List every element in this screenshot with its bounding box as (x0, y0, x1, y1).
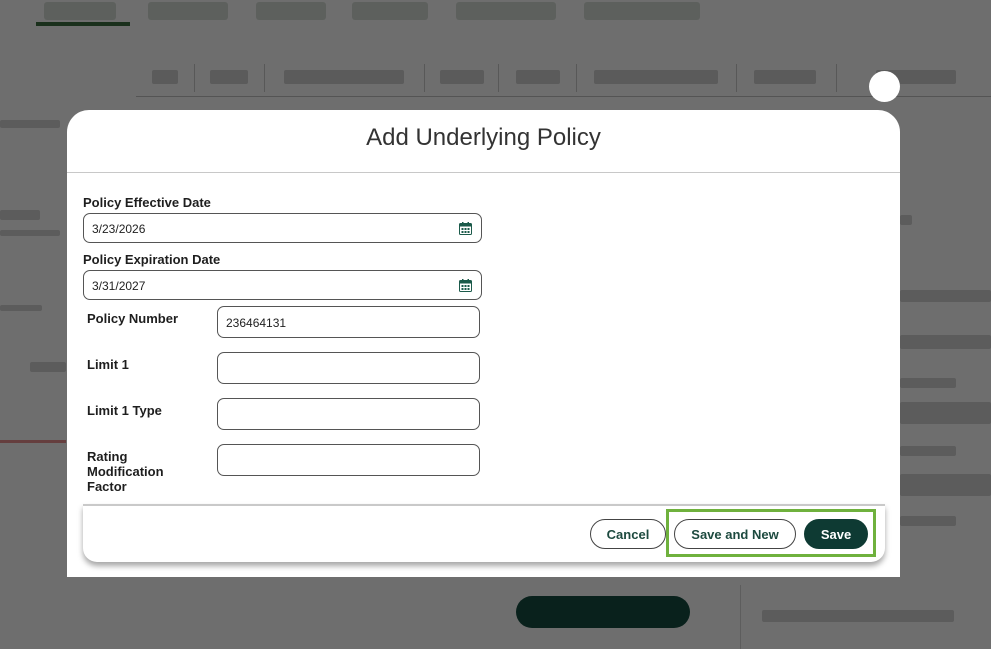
modal-close-button[interactable] (869, 71, 900, 102)
expiration-date-label: Policy Expiration Date (83, 252, 221, 267)
rating-factor-label-line: Modification (87, 464, 164, 479)
calendar-icon[interactable] (459, 279, 472, 292)
add-underlying-policy-modal: Add Underlying Policy Policy Effective D… (67, 110, 900, 577)
rating-factor-label-line: Factor (87, 479, 127, 494)
save-buttons-highlight (666, 509, 876, 557)
calendar-icon[interactable] (459, 222, 472, 235)
effective-date-field[interactable]: 3/23/2026 (83, 213, 482, 243)
policy-number-input[interactable]: 236464131 (217, 306, 480, 338)
rating-factor-label: Rating Modification Factor (87, 449, 164, 494)
rating-factor-input[interactable] (217, 444, 480, 476)
policy-number-value: 236464131 (226, 316, 287, 330)
rating-factor-label-line: Rating (87, 449, 128, 464)
policy-number-label: Policy Number (87, 311, 179, 326)
cancel-button[interactable]: Cancel (590, 519, 666, 549)
expiration-date-value: 3/31/2027 (92, 279, 146, 293)
limit1-label: Limit 1 (87, 357, 129, 372)
modal-title-divider (67, 172, 900, 173)
limit1-type-label: Limit 1 Type (87, 403, 162, 418)
effective-date-value: 3/23/2026 (92, 222, 146, 236)
modal-title: Add Underlying Policy (366, 124, 601, 151)
effective-date-label: Policy Effective Date (83, 195, 211, 210)
limit1-type-input[interactable] (217, 398, 480, 430)
limit1-input[interactable] (217, 352, 480, 384)
expiration-date-field[interactable]: 3/31/2027 (83, 270, 482, 300)
